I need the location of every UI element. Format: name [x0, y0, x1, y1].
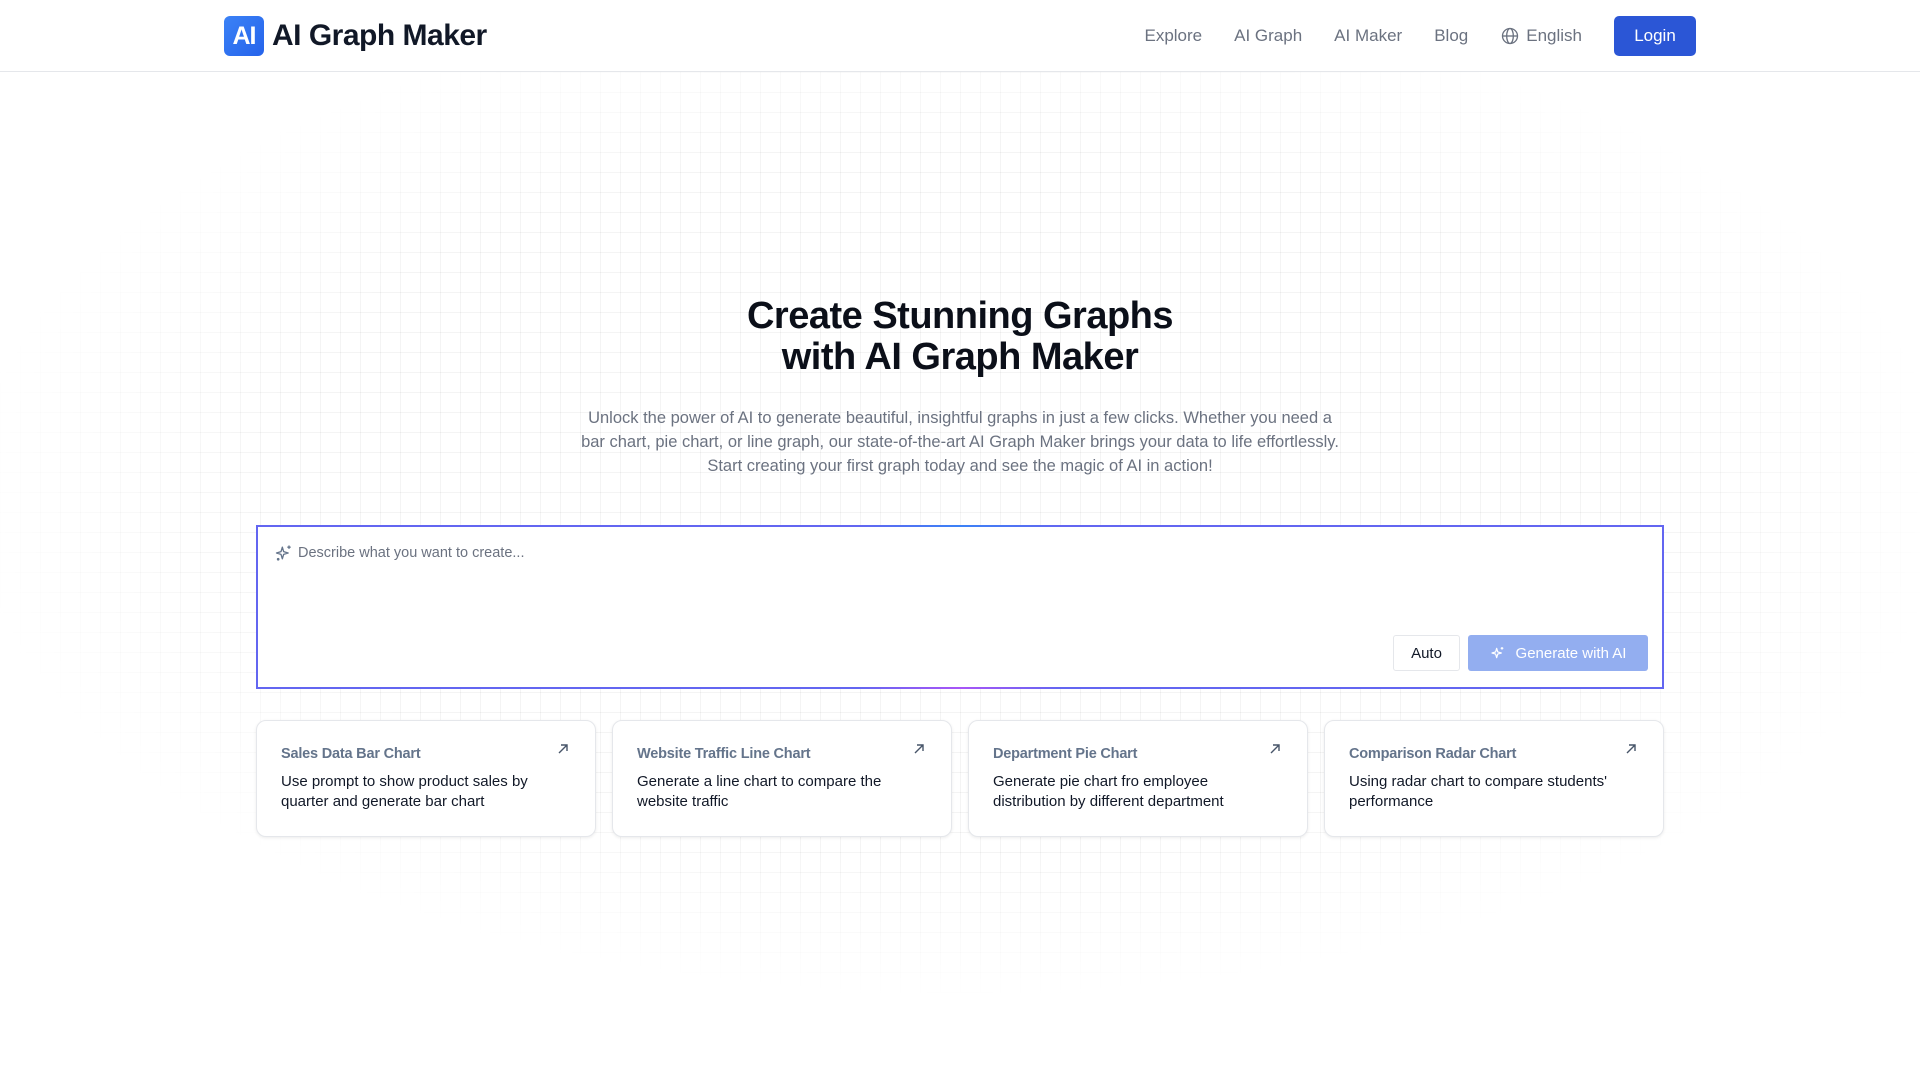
generate-button[interactable]: Generate with AI	[1468, 635, 1648, 671]
arrow-up-right-icon	[558, 744, 568, 754]
hero-title: Create Stunning Graphs with AI Graph Mak…	[0, 296, 1920, 378]
hero-subtitle: Unlock the power of AI to generate beaut…	[581, 409, 1339, 475]
main-nav: Explore AI Graph AI Maker Blog English L…	[1144, 16, 1696, 56]
card-title: Department Pie Chart	[993, 746, 1138, 762]
arrow-up-right-icon	[914, 744, 924, 754]
card-description: Using radar chart to compare students' p…	[1349, 773, 1607, 810]
example-card-radar[interactable]: Comparison Radar Chart Using radar chart…	[1324, 720, 1664, 837]
hero-title-line2: with AI Graph Maker	[781, 336, 1139, 378]
sparkles-icon	[1490, 647, 1503, 659]
example-card-line[interactable]: Website Traffic Line Chart Generate a li…	[612, 720, 952, 837]
hero-title-line1: Create Stunning Graphs	[746, 295, 1174, 337]
login-button[interactable]: Login	[1614, 16, 1696, 56]
generate-label: Generate with AI	[1515, 644, 1627, 662]
example-card-pie[interactable]: Department Pie Chart Generate pie chart …	[968, 720, 1308, 837]
card-title: Comparison Radar Chart	[1349, 746, 1517, 762]
language-selector[interactable]: English	[1500, 26, 1582, 46]
logo-badge: AI	[224, 16, 264, 56]
card-title: Sales Data Bar Chart	[281, 746, 421, 762]
site-header: AI AI Graph Maker Explore AI Graph AI Ma…	[0, 0, 1920, 72]
nav-ai-maker[interactable]: AI Maker	[1334, 26, 1402, 46]
card-description: Generate a line chart to compare the web…	[637, 773, 882, 810]
card-description: Generate pie chart fro employee distribu…	[993, 773, 1224, 810]
logo-text: AI Graph Maker	[272, 19, 487, 52]
mode-select-button[interactable]: Auto	[1393, 635, 1460, 671]
card-description: Use prompt to show product sales by quar…	[281, 773, 528, 810]
card-title: Website Traffic Line Chart	[637, 746, 811, 762]
nav-blog[interactable]: Blog	[1434, 26, 1468, 46]
sparkles-icon	[275, 545, 291, 561]
nav-explore[interactable]: Explore	[1144, 26, 1202, 46]
nav-ai-graph[interactable]: AI Graph	[1234, 26, 1302, 46]
arrow-up-right-icon	[1626, 744, 1636, 754]
prompt-input-wrap	[274, 543, 1498, 563]
example-cards: Sales Data Bar Chart Use prompt to show …	[256, 720, 1664, 837]
prompt-box: Auto Generate with AI	[256, 525, 1664, 689]
example-card-bar[interactable]: Sales Data Bar Chart Use prompt to show …	[256, 720, 596, 837]
logo[interactable]: AI AI Graph Maker	[224, 16, 487, 56]
language-label: English	[1526, 26, 1582, 45]
hero-section: Create Stunning Graphs with AI Graph Mak…	[0, 296, 1920, 478]
globe-icon	[1502, 27, 1519, 45]
prompt-input[interactable]	[298, 545, 1498, 561]
arrow-up-right-icon	[1270, 744, 1280, 754]
